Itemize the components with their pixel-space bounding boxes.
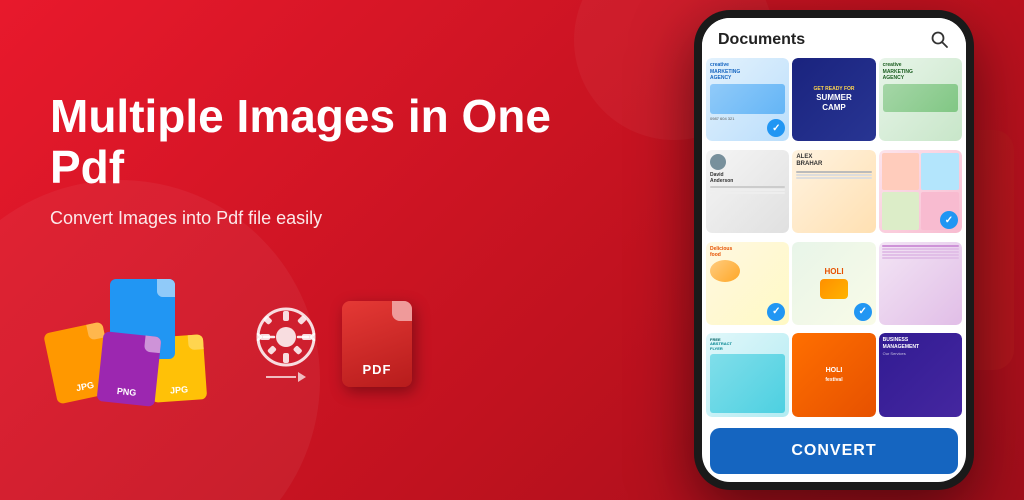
pdf-icon-group: PDF xyxy=(342,301,412,387)
left-section: Multiple Images in One Pdf Convert Image… xyxy=(0,51,644,449)
pdf-label: PDF xyxy=(363,362,392,377)
grid-item-11[interactable]: HOLIfestival xyxy=(792,333,875,416)
phone-mockup: Documents creativeMARKETINGAGENCY 0987 6… xyxy=(694,10,974,490)
phone-header: Documents xyxy=(702,18,966,58)
grid-item-12[interactable]: BUSINESSMANAGEMENT Our Services xyxy=(879,333,962,416)
file-group: JPG JPG PNG JPG xyxy=(50,279,230,409)
arrow-decoration xyxy=(266,372,306,382)
grid-item-7[interactable]: Deliciousfood ✓ xyxy=(706,242,789,325)
right-section: Documents creativeMARKETINGAGENCY 0987 6… xyxy=(644,0,1024,500)
documents-title: Documents xyxy=(718,31,805,49)
search-icon[interactable] xyxy=(930,30,950,50)
phone-screen: Documents creativeMARKETINGAGENCY 0987 6… xyxy=(702,18,966,482)
grid-item-1[interactable]: creativeMARKETINGAGENCY 0987 604 321 ✓ xyxy=(706,58,789,141)
checkmark-8: ✓ xyxy=(854,303,872,321)
grid-item-9[interactable] xyxy=(879,242,962,325)
grid-item-2[interactable]: GET READY FORSUMMERCAMP xyxy=(792,58,875,141)
main-title: Multiple Images in One Pdf xyxy=(50,91,594,192)
main-container: Multiple Images in One Pdf Convert Image… xyxy=(0,0,1024,500)
grid-item-8[interactable]: HOLI ✓ xyxy=(792,242,875,325)
grid-item-6[interactable]: ✓ xyxy=(879,150,962,233)
png-label: PNG xyxy=(116,386,136,398)
file-icons-illustration: JPG JPG PNG JPG xyxy=(50,279,594,409)
convert-button[interactable]: CONVERT xyxy=(710,428,958,474)
png-file: PNG xyxy=(97,331,162,407)
grid-item-10[interactable]: FREE ABSTRACTFLYER xyxy=(706,333,789,416)
jpg-label-2: JPG xyxy=(75,380,95,394)
grid-item-4[interactable]: DavidAnderson xyxy=(706,150,789,233)
checkmark-6: ✓ xyxy=(940,211,958,229)
grid-item-3[interactable]: creativeMARKETINGAGENCY xyxy=(879,58,962,141)
jpg-label-3: JPG xyxy=(170,384,189,395)
image-grid: creativeMARKETINGAGENCY 0987 604 321 ✓ G… xyxy=(702,58,966,422)
convert-icon-group xyxy=(255,306,317,382)
subtitle: Convert Images into Pdf file easily xyxy=(50,208,594,229)
grid-item-5[interactable]: ALEXBRAHAR xyxy=(792,150,875,233)
pdf-file-icon: PDF xyxy=(342,301,412,387)
gear-icon xyxy=(255,306,317,368)
